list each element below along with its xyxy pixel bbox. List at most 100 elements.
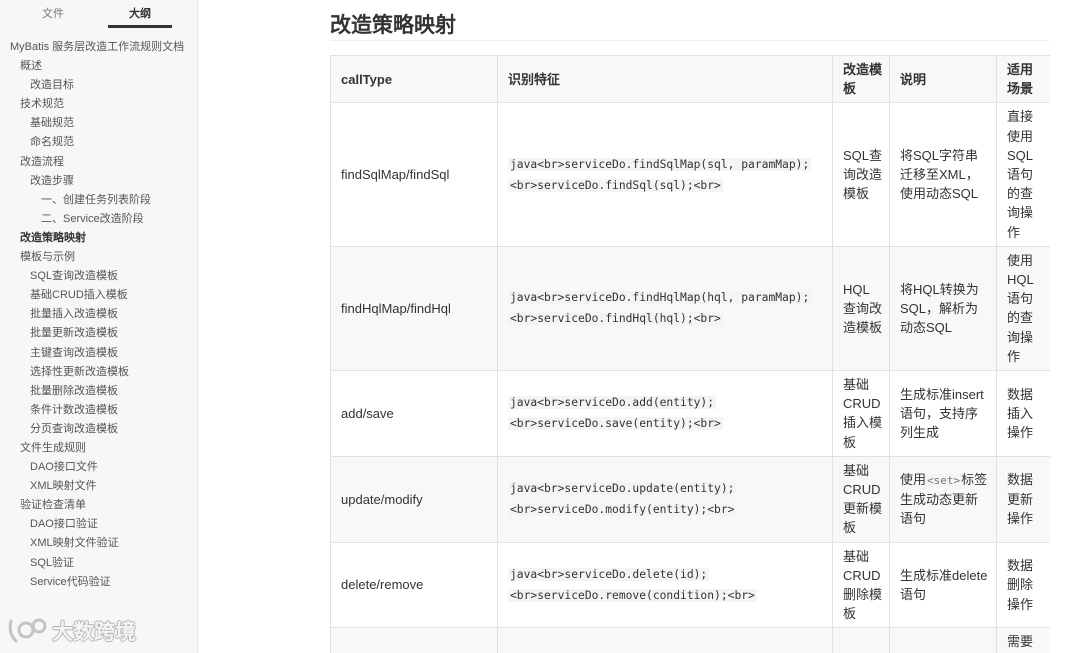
outline-item[interactable]: 选择性更新改造模板 (0, 363, 197, 382)
strategy-mapping-table: callType 识别特征 改造模板 说明 适用场景 findSqlMap/findSq… (330, 55, 1050, 653)
cell-call-type: findHqlMap/findHql (330, 245, 498, 372)
header-features: 识别特征 (497, 55, 833, 104)
code-span: java<br>serviceDo.add(entity); (508, 396, 717, 410)
cell-features: java<br>serviceDo.findHqlMap(hql, paramM… (497, 245, 833, 372)
cell-description: 将HQL转换为SQL，解析为动态SQL (889, 245, 997, 372)
table-header-row: callType 识别特征 改造模板 说明 适用场景 (330, 55, 1050, 104)
cell-call-type: findSqlMap/findSql (330, 102, 498, 247)
outline-item[interactable]: 概述 (0, 57, 197, 76)
cell-call-type: update/modify (330, 455, 498, 543)
tab-outline[interactable]: 大纲 (108, 5, 172, 28)
cell-description: 将SQL字符串迁移至XML，使用动态SQL (889, 102, 997, 247)
code-line: java<br>serviceDo.add(entity); (508, 392, 822, 413)
outline-item[interactable]: 模板与示例 (0, 248, 197, 267)
cell-call-type: add/save (330, 370, 498, 457)
outline-item[interactable]: 技术规范 (0, 95, 197, 114)
table-row: add/save java<br>serviceDo.add(entity); <b… (330, 370, 1050, 457)
cell-template: SQL查询改造模板 (832, 102, 890, 247)
cell-description: 生成标准delete语句 (889, 541, 997, 629)
cell-features: java<br>serviceDo.add(entity); <br>servic… (497, 370, 833, 457)
cell-scenario: 需要 (996, 627, 1050, 653)
cell-description (889, 627, 997, 653)
code-span: java<br>serviceDo.findSqlMap(sql, paramM… (508, 157, 812, 171)
code-span: <set> (926, 473, 962, 487)
header-call-type: callType (330, 55, 498, 104)
cell-template (832, 627, 890, 653)
table-row: 需要 (330, 627, 1050, 653)
outline-item[interactable]: SQL验证 (0, 554, 197, 573)
outline-item[interactable]: 批量删除改造模板 (0, 382, 197, 401)
description-text: 生成标准insert语句，支持序列生成 (900, 386, 984, 441)
description-text: 将HQL转换为SQL，解析为动态SQL (900, 281, 979, 336)
outline-item[interactable]: 命名规范 (0, 133, 197, 152)
code-line: <br>serviceDo.remove(condition);<br> (508, 585, 822, 606)
sidebar: 文件 大纲 MyBatis 服务层改造工作流规则文档 概述 改造目标 技术规范 基础规范命… (0, 0, 198, 653)
cell-template: HQL查询改造模板 (832, 245, 890, 372)
header-scenario: 适用场景 (996, 55, 1050, 104)
code-span: <br>serviceDo.save(entity);<br> (508, 417, 723, 431)
outline-item[interactable]: 改造流程 (0, 153, 197, 172)
code-span: java<br>serviceDo.delete(id); (508, 568, 710, 582)
outline-item[interactable]: XML映射文件 (0, 477, 197, 496)
outline-item[interactable]: MyBatis 服务层改造工作流规则文档 (0, 38, 197, 57)
table-row: delete/remove java<br>serviceDo.delete(id… (330, 541, 1050, 629)
outline-item[interactable]: DAO接口验证 (0, 515, 197, 534)
header-template: 改造模板 (832, 55, 890, 104)
outline-item[interactable]: 分页查询改造模板 (0, 420, 197, 439)
tab-files[interactable]: 文件 (20, 5, 86, 28)
code-span: <br>serviceDo.modify(entity);<br> (508, 503, 737, 517)
code-span: <br>serviceDo.findHql(hql);<br> (508, 312, 723, 326)
outline-item[interactable]: SQL查询改造模板 (0, 267, 197, 286)
outline-item[interactable]: 一、创建任务列表阶段 (0, 191, 197, 210)
code-line: java<br>serviceDo.findSqlMap(sql, paramM… (508, 154, 822, 175)
watermark-logo-icon (8, 618, 47, 643)
code-line: <br>serviceDo.findSql(sql);<br> (508, 175, 822, 196)
table-head: callType 识别特征 改造模板 说明 适用场景 (330, 55, 1050, 104)
code-line: <br>serviceDo.save(entity);<br> (508, 413, 822, 434)
cell-template: 基础CRUD更新模板 (832, 455, 890, 543)
cell-features (497, 627, 833, 653)
cell-template: 基础CRUD插入模板 (832, 370, 890, 457)
outline-item[interactable]: 文件生成规则 (0, 439, 197, 458)
cell-description: 生成标准insert语句，支持序列生成 (889, 370, 997, 457)
outline-item[interactable]: 验证检查清单 (0, 496, 197, 515)
cell-call-type (330, 627, 498, 653)
code-span: <br>serviceDo.findSql(sql);<br> (508, 178, 723, 192)
table-row: findHqlMap/findHql java<br>serviceDo.find… (330, 245, 1050, 372)
cell-call-type: delete/remove (330, 541, 498, 629)
cell-description: 使用<set>标签生成动态更新语句 (889, 455, 997, 543)
cell-scenario: 使用HQL语句的查询操作 (996, 245, 1050, 372)
code-line: <br>serviceDo.modify(entity);<br> (508, 499, 822, 520)
code-line: <br>serviceDo.findHql(hql);<br> (508, 308, 822, 329)
cell-scenario: 数据删除操作 (996, 541, 1050, 629)
table-row: update/modify java<br>serviceDo.update(en… (330, 455, 1050, 543)
outline-item[interactable]: 批量插入改造模板 (0, 305, 197, 324)
cell-features: java<br>serviceDo.delete(id); <br>service… (497, 541, 833, 629)
outline-item[interactable]: XML映射文件验证 (0, 534, 197, 553)
cell-scenario: 直接使用SQL语句的查询操作 (996, 102, 1050, 247)
header-description: 说明 (889, 55, 997, 104)
typora-window: 文件 大纲 MyBatis 服务层改造工作流规则文档 概述 改造目标 技术规范 基础规范命… (0, 0, 1080, 653)
code-span: java<br>serviceDo.findHqlMap(hql, paramM… (508, 291, 812, 305)
outline-item[interactable]: 改造目标 (0, 76, 197, 95)
table-body: findSqlMap/findSql java<br>serviceDo.find… (330, 102, 1050, 653)
outline-item[interactable]: 条件计数改造模板 (0, 401, 197, 420)
code-span: <br>serviceDo.remove(condition);<br> (508, 589, 757, 603)
table-container: callType 识别特征 改造模板 说明 适用场景 findSqlMap/findSq… (330, 55, 1050, 653)
outline-item[interactable]: 基础规范 (0, 114, 197, 133)
sidebar-tabs: 文件 大纲 (0, 0, 197, 30)
code-line: java<br>serviceDo.update(entity); (508, 478, 822, 499)
outline-item[interactable]: 改造步骤 (0, 172, 197, 191)
cell-features: java<br>serviceDo.findSqlMap(sql, paramM… (497, 102, 833, 247)
outline-item[interactable]: 基础CRUD插入模板 (0, 286, 197, 305)
outline-item[interactable]: 二、Service改造阶段 (0, 210, 197, 229)
code-span: java<br>serviceDo.update(entity); (508, 482, 737, 496)
table-row: findSqlMap/findSql java<br>serviceDo.find… (330, 102, 1050, 247)
outline-item[interactable]: DAO接口文件 (0, 458, 197, 477)
outline-item[interactable]: Service代码验证 (0, 573, 197, 592)
outline-item[interactable]: 改造策略映射 (0, 229, 197, 248)
outline-item[interactable]: 批量更新改造模板 (0, 324, 197, 343)
cell-template: 基础CRUD删除模板 (832, 541, 890, 629)
outline-list: MyBatis 服务层改造工作流规则文档 概述 改造目标 技术规范 基础规范 命名规范 改造… (0, 38, 197, 592)
outline-item[interactable]: 主键查询改造模板 (0, 344, 197, 363)
